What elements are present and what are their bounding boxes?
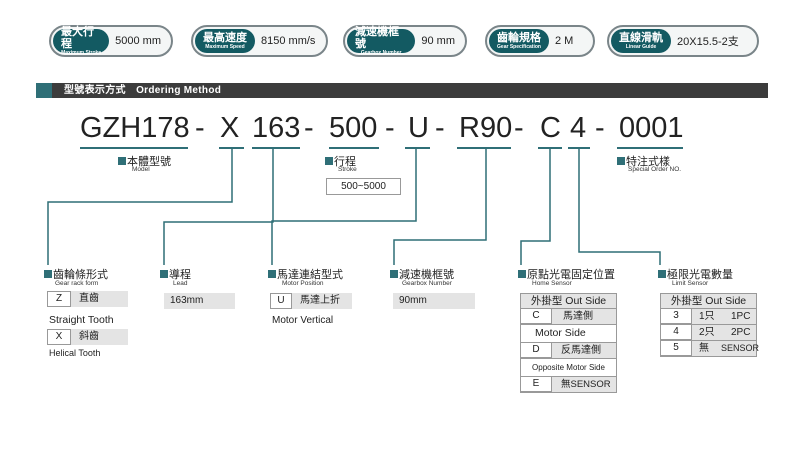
gear-rack-label-en: Gear rack form xyxy=(55,280,99,287)
lead-value: 163mm xyxy=(164,293,235,309)
limit-sensor-en: 1PC xyxy=(731,311,751,322)
bullet-icon xyxy=(325,157,333,165)
limit-sensor-row-4: 4 2只 2PC xyxy=(660,324,757,341)
limit-sensor-zh: 無 xyxy=(699,343,709,354)
home-sensor-zh: 反馬達側 xyxy=(561,345,601,356)
home-sensor-row-d: D 反馬達側 xyxy=(520,342,617,359)
limit-sensor-zh: 2只 xyxy=(699,327,715,338)
home-sensor-header: 外掛型 Out Side xyxy=(520,293,617,309)
limit-sensor-label-en: Limit Sensor xyxy=(672,280,709,287)
bullet-icon xyxy=(268,270,276,278)
home-sensor-row-c: C 馬達側 xyxy=(520,308,617,325)
motor-position-label-en: Motor Position xyxy=(282,280,324,287)
home-sensor-code: D xyxy=(520,342,552,358)
limit-sensor-header: 外掛型 Out Side xyxy=(660,293,757,309)
gear-rack-en: Straight Tooth xyxy=(49,314,114,326)
gear-rack-zh: 直齒 xyxy=(79,293,99,304)
limit-sensor-code: 4 xyxy=(660,324,692,340)
limit-sensor-row-3: 3 1只 1PC xyxy=(660,308,757,325)
gearbox-label-en: Gearbox Number xyxy=(402,280,452,287)
home-sensor-row-e: E 無SENSOR xyxy=(520,376,617,393)
limit-sensor-en: 2PC xyxy=(731,327,751,338)
bullet-icon xyxy=(160,270,168,278)
gear-rack-code: X xyxy=(47,329,71,345)
bullet-icon xyxy=(518,270,526,278)
home-sensor-zh: 馬達側 xyxy=(563,311,593,322)
home-sensor-en: Motor Side xyxy=(520,325,617,343)
bullet-icon xyxy=(390,270,398,278)
home-sensor-code: C xyxy=(520,308,552,324)
home-sensor-label-en: Home Sensor xyxy=(532,280,572,287)
motor-position-zh: 馬達上折 xyxy=(300,295,340,306)
home-sensor-code: E xyxy=(520,376,552,392)
bullet-icon xyxy=(118,157,126,165)
limit-sensor-en: SENSOR xyxy=(721,343,760,353)
limit-sensor-code: 3 xyxy=(660,308,692,324)
special-label-en: Special Order NO. xyxy=(628,166,682,173)
lead-label-en: Lead xyxy=(173,280,188,287)
gear-rack-zh: 斜齒 xyxy=(79,331,99,342)
motor-position-en: Motor Vertical xyxy=(272,315,334,326)
gearbox-value: 90mm xyxy=(393,293,475,309)
limit-sensor-zh: 1只 xyxy=(699,311,715,322)
limit-sensor-row-5: 5 無 SENSOR xyxy=(660,340,760,357)
bullet-icon xyxy=(617,157,625,165)
gear-rack-row-x: X 斜齒 xyxy=(47,329,128,345)
connector-gearbox xyxy=(393,149,487,265)
connector-lines xyxy=(47,149,661,265)
limit-sensor-code: 5 xyxy=(660,340,692,356)
gear-rack-row-z: Z 直齒 xyxy=(47,291,128,307)
gear-rack-en: Helical Tooth xyxy=(49,348,101,358)
connector-home-sensor xyxy=(520,149,551,265)
stroke-label-en: Stroke xyxy=(338,166,357,173)
home-sensor-en: Opposite Motor Side xyxy=(520,359,617,377)
connector-lead xyxy=(163,149,274,265)
gear-rack-code: Z xyxy=(47,291,71,307)
stroke-value: 500~5000 xyxy=(326,178,401,195)
home-sensor-zh: 無SENSOR xyxy=(561,379,611,390)
bullet-icon xyxy=(658,270,666,278)
motor-position-code: U xyxy=(270,293,292,309)
model-label-en: Model xyxy=(132,166,150,173)
bullet-icon xyxy=(44,270,52,278)
motor-position-row: U 馬達上折 xyxy=(270,293,352,309)
